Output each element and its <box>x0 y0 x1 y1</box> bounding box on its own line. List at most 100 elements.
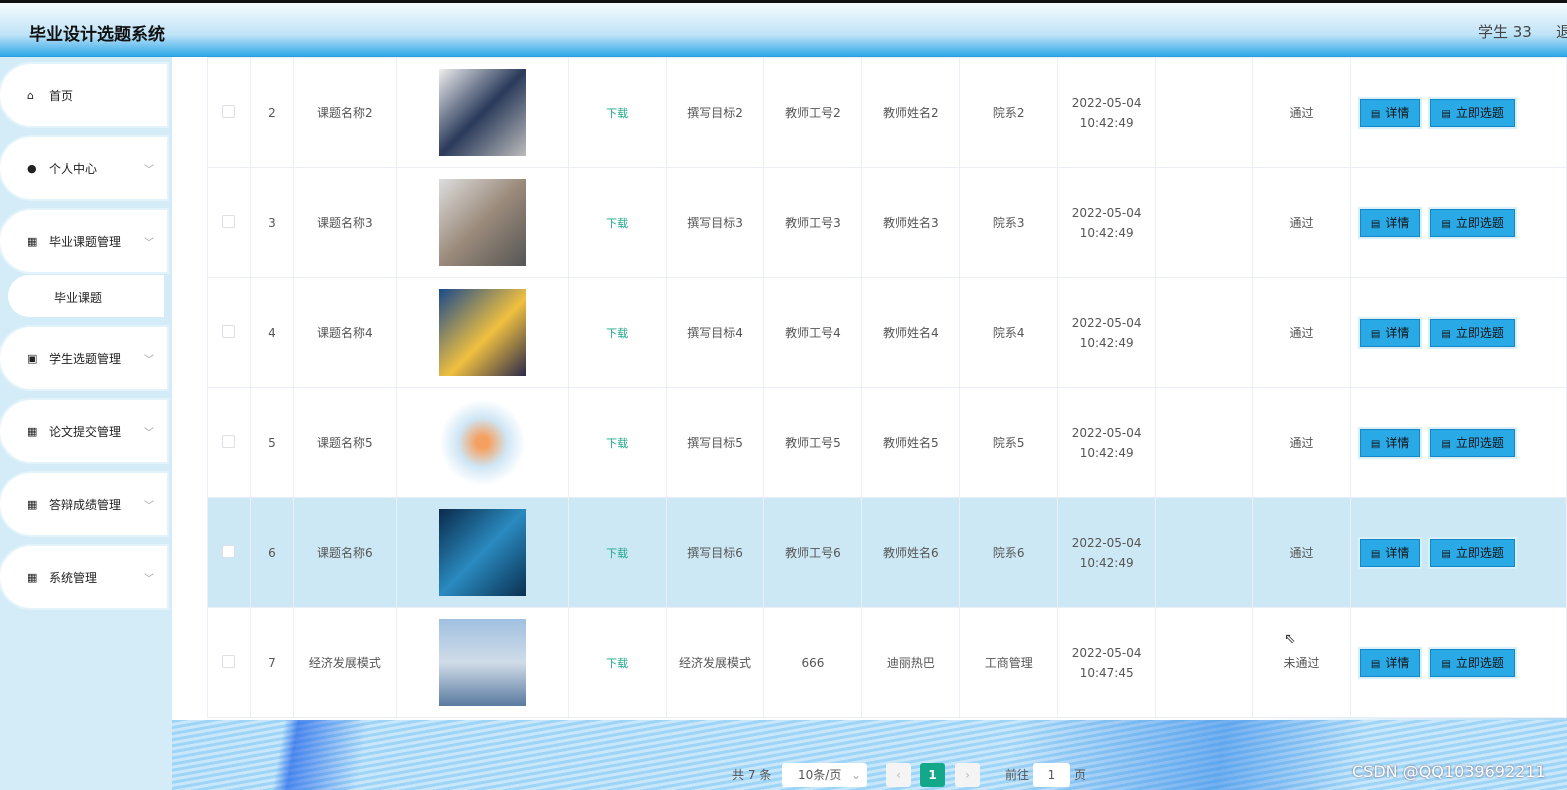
select-label: 立即选题 <box>1455 325 1504 340</box>
page-unit: 页 <box>1074 768 1087 782</box>
sidebar-item-label: 个人中心 <box>49 161 98 176</box>
teacher-name: 教师姓名3 <box>861 167 961 278</box>
select-topic-button[interactable]: ▤ 立即选题 <box>1430 538 1515 567</box>
document-icon: ▤ <box>1441 438 1451 450</box>
page-1-button[interactable]: 1 <box>920 763 945 787</box>
table-row: 2 课题名称2 下载 撰写目标2 教师工号2 教师姓名2 院系2 2022-05… <box>207 57 1567 168</box>
review-status: 通过 <box>1252 387 1351 498</box>
select-topic-button[interactable]: ▤ 立即选题 <box>1430 648 1515 677</box>
goto-label: 前往 <box>1005 768 1030 782</box>
download-link[interactable]: 下载 <box>606 657 628 670</box>
detail-label: 详情 <box>1385 105 1410 120</box>
select-topic-button[interactable]: ▤ 立即选题 <box>1430 208 1515 237</box>
select-topic-button[interactable]: ▤ 立即选题 <box>1430 428 1515 457</box>
row-index: 4 <box>249 277 294 388</box>
teacher-name: 教师姓名6 <box>861 497 961 608</box>
review-status: 通过 <box>1252 167 1351 278</box>
grid-icon: ▦ <box>27 424 38 438</box>
teacher-name: 教师姓名5 <box>861 387 961 498</box>
teacher-id: 教师工号5 <box>763 387 863 498</box>
teacher-name: 迪丽热巴 <box>861 607 961 718</box>
goto-page-input[interactable]: 1 <box>1033 763 1070 787</box>
topic-image <box>438 289 526 376</box>
row-checkbox[interactable] <box>222 434 236 448</box>
sidebar-item[interactable]: ● 个人中心 ﹀ <box>3 140 164 196</box>
sidebar-item-label: 学生选题管理 <box>49 351 122 366</box>
select-topic-button[interactable]: ▤ 立即选题 <box>1430 318 1515 347</box>
review-status: 未通过 <box>1252 607 1351 718</box>
sidebar-item[interactable]: ▦ 论文提交管理 ﹀ <box>3 403 164 459</box>
grid-icon: ▦ <box>27 497 38 511</box>
chevron-down-icon: ﹀ <box>144 427 154 439</box>
created-time: 2022-05-04 10:42:49 <box>1071 205 1142 240</box>
created-time: 2022-05-04 10:42:49 <box>1071 535 1142 570</box>
row-checkbox[interactable] <box>222 654 236 668</box>
sidebar-item[interactable]: ⌂ 首页 <box>3 67 164 123</box>
topic-name: 课题名称4 <box>292 277 397 388</box>
sidebar-item[interactable]: ▦ 系统管理 ﹀ <box>3 549 164 605</box>
department: 院系5 <box>959 387 1059 498</box>
detail-label: 详情 <box>1385 435 1410 450</box>
review-status: 通过 <box>1252 277 1351 388</box>
detail-button[interactable]: ▤ 详情 <box>1359 98 1421 127</box>
table-row: 6 课题名称6 下载 撰写目标6 教师工号6 教师姓名6 院系6 2022-05… <box>207 497 1567 608</box>
detail-button[interactable]: ▤ 详情 <box>1359 648 1421 677</box>
table-row: 5 课题名称5 下载 撰写目标5 教师工号5 教师姓名5 院系5 2022-05… <box>207 387 1567 498</box>
row-checkbox[interactable] <box>222 104 236 118</box>
department: 院系6 <box>959 497 1059 608</box>
home-icon: ⌂ <box>27 88 34 102</box>
select-label: 立即选题 <box>1455 545 1504 560</box>
page-size-select[interactable]: 10条/页 ⌄ <box>782 763 867 787</box>
sidebar-item-label: 论文提交管理 <box>49 424 122 439</box>
download-link[interactable]: 下载 <box>606 547 628 560</box>
header: 毕业设计选题系统 学生 33 退 <box>0 3 1567 57</box>
detail-label: 详情 <box>1385 325 1410 340</box>
row-index: 3 <box>249 167 294 278</box>
table-row: 3 课题名称3 下载 撰写目标3 教师工号3 教师姓名3 院系3 2022-05… <box>207 167 1567 278</box>
logout-button[interactable]: 退 <box>1556 21 1567 42</box>
sidebar-item-label: 答辩成绩管理 <box>49 497 122 512</box>
sidebar-item[interactable]: ▦ 毕业课题管理 ﹀ <box>3 213 164 269</box>
download-link[interactable]: 下载 <box>606 327 628 340</box>
topic-image <box>438 509 526 596</box>
document-icon: ▤ <box>1370 438 1381 450</box>
writing-goal: 撰写目标3 <box>665 167 765 278</box>
document-icon: ▤ <box>1370 108 1381 120</box>
pagination-total: 共 7 条 <box>732 768 772 782</box>
sidebar-item[interactable]: ▣ 学生选题管理 ﹀ <box>3 330 164 386</box>
select-topic-button[interactable]: ▤ 立即选题 <box>1430 98 1515 127</box>
chevron-right-icon: › <box>965 768 970 782</box>
next-page-button[interactable]: › <box>955 763 980 787</box>
document-icon: ▤ <box>1370 328 1381 340</box>
document-icon: ▤ <box>1441 548 1451 560</box>
table-row: 7 经济发展模式 下载 经济发展模式 666 迪丽热巴 工商管理 2022-05… <box>207 607 1567 718</box>
prev-page-button[interactable]: ‹ <box>886 763 911 787</box>
document-icon: ▤ <box>1370 218 1381 230</box>
row-checkbox[interactable] <box>222 544 236 558</box>
detail-button[interactable]: ▤ 详情 <box>1359 208 1421 237</box>
detail-button[interactable]: ▤ 详情 <box>1359 318 1421 347</box>
detail-button[interactable]: ▤ 详情 <box>1359 538 1421 567</box>
detail-label: 详情 <box>1385 655 1410 670</box>
teacher-id: 教师工号3 <box>763 167 863 278</box>
row-index: 7 <box>249 607 294 718</box>
table-row: 4 课题名称4 下载 撰写目标4 教师工号4 教师姓名4 院系4 2022-05… <box>207 277 1567 388</box>
sidebar-item[interactable]: ▦ 答辩成绩管理 ﹀ <box>3 476 164 532</box>
detail-button[interactable]: ▤ 详情 <box>1359 428 1421 457</box>
select-label: 立即选题 <box>1455 105 1504 120</box>
row-checkbox[interactable] <box>222 214 236 228</box>
download-link[interactable]: 下载 <box>606 107 628 120</box>
row-checkbox[interactable] <box>222 324 236 338</box>
download-link[interactable]: 下载 <box>606 217 628 230</box>
row-index: 6 <box>249 497 294 608</box>
topic-name: 课题名称6 <box>292 497 397 608</box>
document-icon: ▤ <box>1370 658 1381 670</box>
download-link[interactable]: 下载 <box>606 437 628 450</box>
window-top-border <box>0 0 1567 3</box>
row-index: 5 <box>249 387 294 498</box>
created-time: 2022-05-04 10:42:49 <box>1071 95 1142 130</box>
topic-image <box>438 399 526 486</box>
select-label: 立即选题 <box>1455 215 1504 230</box>
mouse-cursor-icon: ⇖ <box>1284 631 1296 647</box>
sidebar-subitem-topics[interactable]: 毕业课题 <box>8 275 164 317</box>
